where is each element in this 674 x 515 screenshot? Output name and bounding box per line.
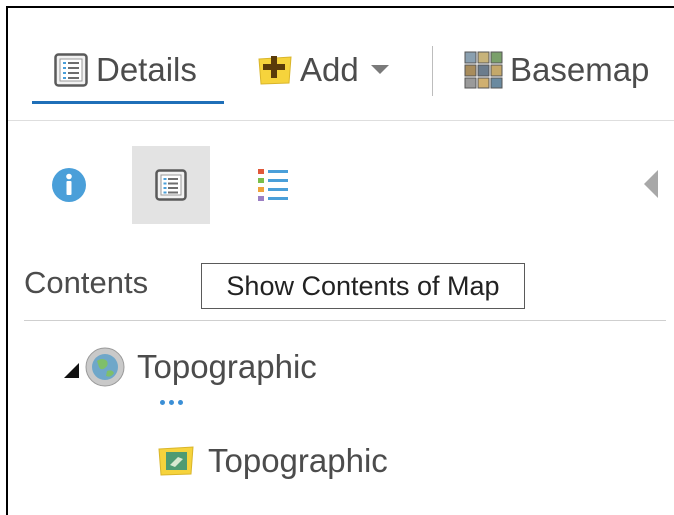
details-tools: [8, 146, 674, 226]
contents-heading: Contents: [24, 265, 149, 300]
add-label: Add: [300, 51, 359, 88]
info-icon: [51, 167, 87, 203]
toolbar-divider: [8, 120, 674, 121]
tile-layer-icon: [156, 445, 196, 477]
details-label: Details: [96, 51, 197, 88]
about-button[interactable]: [30, 146, 108, 224]
basemap-layer-row: Topographic: [156, 439, 388, 483]
basemap-gallery-icon: [464, 51, 504, 89]
show-contents-button[interactable]: [132, 146, 210, 224]
add-button[interactable]: Add: [256, 50, 389, 90]
more-options-icon[interactable]: [160, 400, 183, 405]
basemap-button[interactable]: Basemap: [464, 50, 649, 90]
contents-divider: [24, 320, 666, 321]
map-viewer-panel: Details Add Basemap Contents Show Conten…: [6, 6, 674, 515]
details-button[interactable]: Details: [54, 50, 197, 90]
basemap-globe-icon: [85, 347, 125, 387]
chevron-down-icon: [370, 65, 389, 75]
basemap-label: Basemap: [510, 51, 650, 88]
basemap-layer-label[interactable]: Topographic: [208, 439, 388, 483]
top-toolbar: Details Add Basemap: [8, 8, 674, 120]
details-icon: [54, 53, 88, 87]
collapse-panel-arrow[interactable]: [644, 170, 658, 198]
tooltip-show-contents: Show Contents of Map: [201, 263, 525, 309]
content-list-icon: [155, 169, 187, 201]
expand-collapse-triangle[interactable]: [64, 362, 79, 378]
basemap-group-row: Topographic: [64, 345, 317, 389]
add-layer-icon: [256, 53, 294, 87]
details-tab-underline: [32, 101, 224, 104]
legend-icon: [256, 167, 290, 203]
show-legend-button[interactable]: [234, 146, 312, 224]
toolbar-separator: [432, 46, 433, 96]
basemap-group-label[interactable]: Topographic: [137, 345, 317, 389]
